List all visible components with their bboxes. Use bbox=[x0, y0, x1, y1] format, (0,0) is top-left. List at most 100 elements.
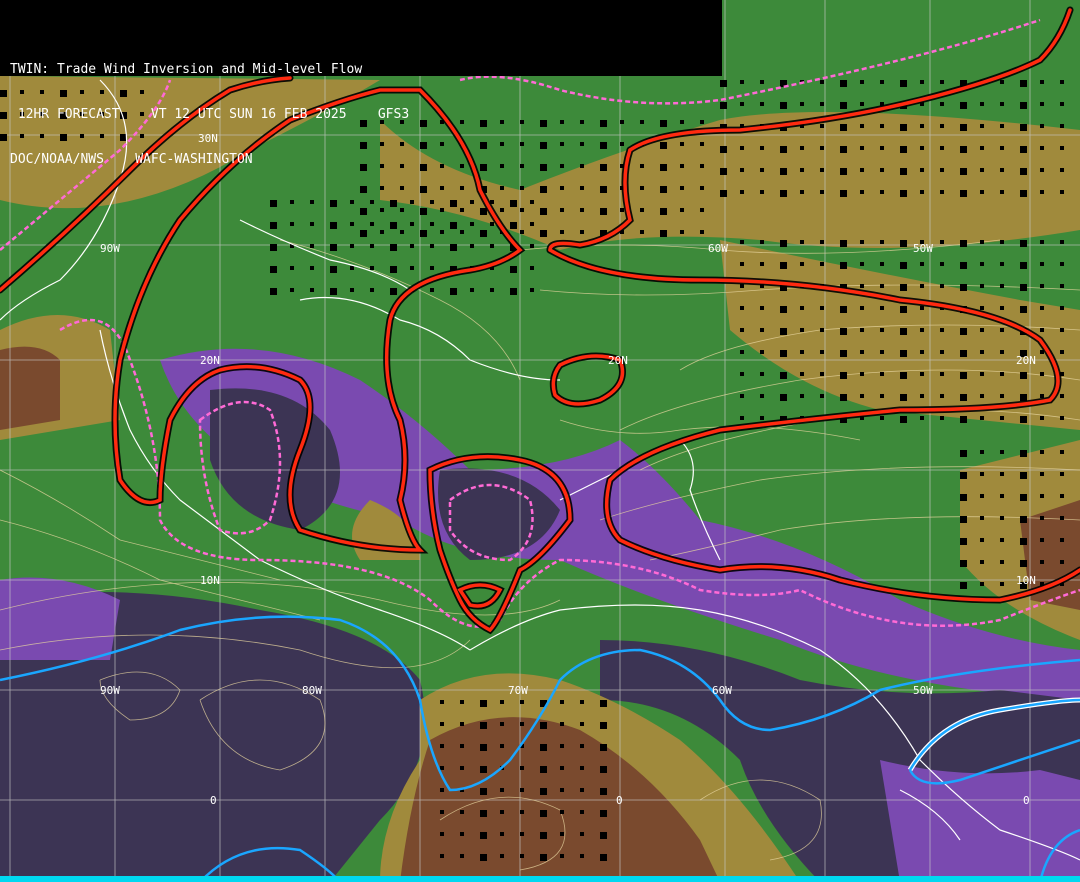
stipple-box bbox=[880, 124, 884, 128]
stipple-box bbox=[840, 240, 847, 247]
stipple-box bbox=[860, 394, 864, 398]
stipple-box bbox=[800, 350, 804, 354]
stipple-box bbox=[1020, 124, 1027, 131]
stipple-box bbox=[430, 244, 434, 248]
stipple-box bbox=[440, 810, 444, 814]
stipple-box bbox=[600, 744, 607, 751]
stipple-box bbox=[600, 788, 607, 795]
stipple-box bbox=[940, 190, 944, 194]
stipple-box bbox=[980, 582, 984, 586]
stipple-box bbox=[450, 200, 457, 207]
stipple-box bbox=[330, 288, 337, 295]
stipple-box bbox=[450, 288, 457, 295]
stipple-box bbox=[560, 208, 564, 212]
stipple-box bbox=[980, 146, 984, 150]
stipple-box bbox=[1000, 350, 1004, 354]
stipple-box bbox=[290, 200, 294, 204]
stipple-box bbox=[700, 208, 704, 212]
stipple-box bbox=[1040, 472, 1044, 476]
stipple-box bbox=[480, 766, 487, 773]
stipple-box bbox=[900, 328, 907, 335]
stipple-box bbox=[560, 854, 564, 858]
stipple-box bbox=[1040, 560, 1044, 564]
stipple-box bbox=[440, 854, 444, 858]
stipple-box bbox=[360, 230, 367, 237]
header-box: TWIN: Trade Wind Inversion and Mid-level… bbox=[0, 0, 722, 167]
stipple-box bbox=[700, 230, 704, 234]
stipple-box bbox=[960, 416, 967, 423]
stipple-box bbox=[800, 146, 804, 150]
stipple-box bbox=[980, 472, 984, 476]
stipple-box bbox=[980, 538, 984, 542]
stipple-box bbox=[820, 306, 824, 310]
stipple-box bbox=[430, 200, 434, 204]
lon-label: 90W bbox=[100, 684, 120, 697]
stipple-box bbox=[960, 284, 967, 291]
stipple-box bbox=[410, 222, 414, 226]
forecast-map: 30N 20N 20N 20N 10N 10N 90W 60W 50W 90W … bbox=[0, 0, 1080, 882]
stipple-box bbox=[680, 208, 684, 212]
stipple-box bbox=[820, 240, 824, 244]
stipple-box bbox=[530, 288, 534, 292]
stipple-box bbox=[840, 306, 847, 313]
stipple-box bbox=[450, 244, 457, 251]
stipple-box bbox=[920, 372, 924, 376]
stipple-box bbox=[420, 230, 427, 237]
brown-region-west bbox=[0, 346, 60, 430]
stipple-box bbox=[860, 372, 864, 376]
stipple-box bbox=[960, 102, 967, 109]
stipple-box bbox=[880, 262, 884, 266]
stipple-box bbox=[640, 208, 644, 212]
stipple-box bbox=[560, 788, 564, 792]
stipple-box bbox=[540, 722, 547, 729]
stipple-box bbox=[820, 102, 824, 106]
stipple-box bbox=[1060, 240, 1064, 244]
stipple-box bbox=[510, 200, 517, 207]
stipple-box bbox=[490, 244, 494, 248]
stipple-box bbox=[780, 306, 787, 313]
stipple-box bbox=[980, 240, 984, 244]
stipple-box bbox=[980, 416, 984, 420]
stipple-box bbox=[960, 560, 967, 567]
stipple-box bbox=[0, 134, 7, 141]
stipple-box bbox=[900, 146, 907, 153]
stipple-box bbox=[1040, 80, 1044, 84]
stipple-box bbox=[880, 394, 884, 398]
stipple-box bbox=[310, 222, 314, 226]
stipple-box bbox=[960, 538, 967, 545]
stipple-box bbox=[580, 208, 584, 212]
stipple-box bbox=[520, 700, 524, 704]
stipple-box bbox=[820, 80, 824, 84]
stipple-box bbox=[900, 284, 907, 291]
stipple-box bbox=[820, 262, 824, 266]
stipple-box bbox=[860, 262, 864, 266]
lon-label: 60W bbox=[712, 684, 732, 697]
stipple-box bbox=[860, 350, 864, 354]
stipple-box bbox=[760, 306, 764, 310]
stipple-box bbox=[350, 266, 354, 270]
stipple-box bbox=[780, 168, 787, 175]
stipple-box bbox=[940, 146, 944, 150]
stipple-box bbox=[760, 240, 764, 244]
stipple-box bbox=[400, 230, 404, 234]
stipple-box bbox=[920, 394, 924, 398]
stipple-box bbox=[1040, 394, 1044, 398]
stipple-box bbox=[980, 450, 984, 454]
stipple-box bbox=[740, 328, 744, 332]
stipple-box bbox=[780, 262, 787, 269]
stipple-box bbox=[1040, 102, 1044, 106]
stipple-box bbox=[1040, 538, 1044, 542]
stipple-box bbox=[1060, 450, 1064, 454]
stipple-box bbox=[460, 810, 464, 814]
stipple-box bbox=[820, 350, 824, 354]
stipple-box bbox=[980, 306, 984, 310]
stipple-box bbox=[520, 766, 524, 770]
stipple-box bbox=[740, 146, 744, 150]
stipple-box bbox=[740, 102, 744, 106]
stipple-box bbox=[1020, 450, 1027, 457]
stipple-box bbox=[1040, 494, 1044, 498]
stipple-box bbox=[390, 244, 397, 251]
stipple-box bbox=[860, 124, 864, 128]
stipple-box bbox=[390, 222, 397, 229]
stipple-box bbox=[440, 722, 444, 726]
